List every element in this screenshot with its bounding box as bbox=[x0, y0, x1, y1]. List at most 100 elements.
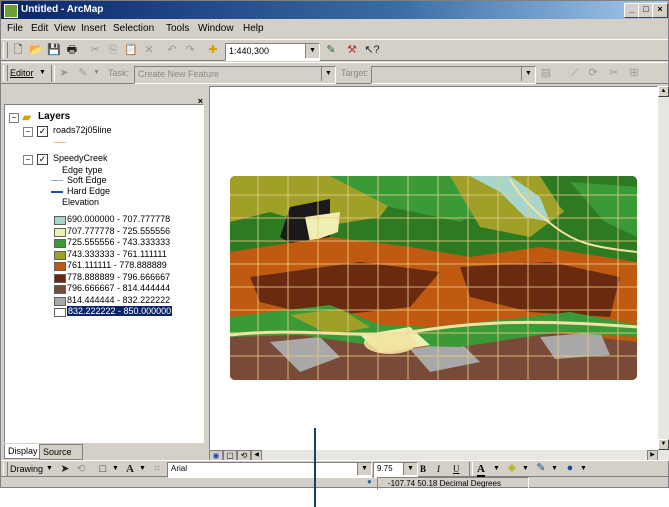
elevation-class-label[interactable]: 707.777778 - 725.555556 bbox=[67, 226, 170, 236]
rectangle-tool-icon[interactable]: □ bbox=[95, 462, 111, 477]
font-color-icon[interactable]: A bbox=[477, 463, 485, 478]
underline-button[interactable]: U bbox=[453, 464, 460, 474]
elevation-class-label[interactable]: 796.666667 - 814.444444 bbox=[67, 283, 170, 293]
chevron-down-icon[interactable]: ▼ bbox=[357, 463, 371, 475]
chevron-down-icon[interactable]: ▼ bbox=[522, 465, 529, 472]
editor-toolbar-icon[interactable]: ✎ bbox=[323, 43, 339, 58]
marker-color-icon[interactable]: ● bbox=[562, 461, 578, 476]
layer-visibility-checkbox[interactable]: ✓ bbox=[37, 154, 48, 165]
collapse-icon[interactable]: − bbox=[23, 155, 33, 165]
arctoolbox-icon[interactable]: ⚒ bbox=[344, 43, 360, 58]
toolbar-grip[interactable] bbox=[3, 462, 8, 476]
menu-window[interactable]: Window bbox=[198, 23, 234, 34]
delete-icon[interactable]: ✕ bbox=[141, 43, 157, 58]
cut-icon[interactable]: ✂ bbox=[87, 43, 103, 58]
chevron-down-icon[interactable]: ▼ bbox=[403, 463, 417, 475]
close-button[interactable]: × bbox=[652, 3, 668, 18]
target-combo[interactable]: ▼ bbox=[371, 66, 536, 84]
menu-tools[interactable]: Tools bbox=[166, 23, 189, 34]
sketch-tool-icon[interactable]: ✎ bbox=[75, 66, 91, 81]
elevation-class-label[interactable]: 743.333333 - 761.111111 bbox=[67, 249, 167, 259]
menu-bar: File Edit View Insert Selection Tools Wi… bbox=[1, 20, 668, 38]
menu-file[interactable]: File bbox=[7, 23, 23, 34]
select-elements-icon[interactable]: ➤ bbox=[57, 462, 73, 477]
chevron-down-icon[interactable]: ▼ bbox=[139, 465, 146, 472]
line-color-icon[interactable]: ✎ bbox=[533, 461, 549, 476]
elevation-swatch bbox=[54, 250, 66, 260]
layer-visibility-checkbox[interactable]: ✓ bbox=[37, 126, 48, 137]
chevron-down-icon[interactable]: ▼ bbox=[112, 465, 119, 472]
chevron-down-icon[interactable]: ▼ bbox=[551, 465, 558, 472]
scroll-down-icon[interactable]: ▼ bbox=[658, 439, 669, 450]
whats-this-help-icon[interactable]: ↖? bbox=[364, 43, 380, 58]
callout-tool-icon[interactable]: ⌗ bbox=[149, 462, 165, 477]
chevron-down-icon[interactable]: ▼ bbox=[305, 44, 319, 58]
split-tool-icon[interactable]: ✂ bbox=[606, 66, 622, 81]
menu-edit[interactable]: Edit bbox=[31, 23, 48, 34]
rotate-icon[interactable]: ⟳ bbox=[585, 66, 601, 81]
map-canvas[interactable] bbox=[210, 87, 659, 451]
new-document-icon[interactable]: 🗋 bbox=[10, 43, 26, 58]
copy-icon[interactable]: ⎘ bbox=[105, 43, 121, 58]
data-frame-layers[interactable]: Layers bbox=[38, 111, 70, 122]
collapse-icon[interactable]: − bbox=[23, 127, 33, 137]
chevron-down-icon[interactable]: ▼ bbox=[93, 69, 100, 76]
menu-view[interactable]: View bbox=[54, 23, 76, 34]
table-icon[interactable]: ⊞ bbox=[626, 66, 642, 81]
chevron-down-icon[interactable]: ▼ bbox=[46, 465, 53, 472]
menu-insert[interactable]: Insert bbox=[81, 23, 106, 34]
task-combo[interactable]: Create New Feature ▼ bbox=[134, 66, 336, 84]
elevation-swatch bbox=[54, 285, 66, 294]
add-data-icon[interactable]: ✚ bbox=[205, 43, 221, 58]
elevation-class-label[interactable]: 832.222222 - 850.000000 bbox=[67, 306, 173, 316]
chevron-down-icon[interactable]: ▼ bbox=[321, 67, 335, 81]
print-icon[interactable]: 🖶 bbox=[64, 43, 80, 58]
toolbar-grip[interactable] bbox=[3, 65, 8, 81]
editor-menu-button[interactable]: Editor bbox=[10, 68, 34, 78]
layer-speedycreek[interactable]: SpeedyCreek bbox=[53, 153, 108, 163]
chevron-down-icon[interactable]: ▼ bbox=[580, 465, 587, 472]
new-text-tool-icon[interactable]: A bbox=[122, 462, 138, 477]
title-bar[interactable]: Untitled - ArcMap _ □ × bbox=[1, 1, 668, 19]
font-size-combo[interactable]: 9.75 ▼ bbox=[373, 462, 418, 478]
layer-roads[interactable]: roads72j05line bbox=[53, 125, 112, 135]
roads-line-symbol bbox=[54, 142, 66, 143]
map-scale-combo[interactable]: 1:440,300 ▼ bbox=[225, 43, 320, 61]
elevation-swatch bbox=[54, 262, 66, 271]
open-folder-icon[interactable]: 📂 bbox=[28, 43, 44, 58]
font-combo[interactable]: Arial ▼ bbox=[167, 462, 372, 478]
menu-selection[interactable]: Selection bbox=[113, 23, 154, 34]
collapse-icon[interactable]: − bbox=[9, 113, 19, 123]
rotate-element-icon[interactable]: ⟲ bbox=[73, 462, 89, 477]
table-of-contents[interactable]: − ▰ Layers − ✓ roads72j05line − ✓ Speedy… bbox=[4, 104, 204, 443]
legend-hard-edge: Hard Edge bbox=[67, 186, 111, 196]
redo-icon[interactable]: ↷ bbox=[182, 43, 198, 58]
task-value: Create New Feature bbox=[138, 69, 220, 79]
drawing-menu-button[interactable]: Drawing bbox=[10, 464, 43, 474]
elevation-class-label[interactable]: 725.555556 - 743.333333 bbox=[67, 237, 170, 247]
elevation-class-label[interactable]: 814.444444 - 832.222222 bbox=[67, 295, 170, 305]
elevation-class-label[interactable]: 690.000000 - 707.777778 bbox=[67, 214, 170, 224]
bold-button[interactable]: B bbox=[420, 464, 426, 474]
toolbar-grip[interactable] bbox=[3, 42, 8, 58]
scroll-up-icon[interactable]: ▲ bbox=[658, 86, 669, 97]
menu-help[interactable]: Help bbox=[243, 23, 264, 34]
chevron-down-icon[interactable]: ▼ bbox=[493, 465, 500, 472]
undo-icon[interactable]: ↶ bbox=[164, 43, 180, 58]
sketch-properties-icon[interactable]: ⟋ bbox=[567, 66, 583, 81]
italic-button[interactable]: I bbox=[437, 464, 440, 474]
elevation-swatch bbox=[54, 227, 66, 237]
chevron-down-icon[interactable]: ▼ bbox=[39, 69, 46, 76]
elevation-class-label[interactable]: 761.111111 - 778.888889 bbox=[67, 260, 167, 270]
fill-color-icon[interactable]: ◈ bbox=[504, 461, 520, 476]
tab-source[interactable]: Source bbox=[39, 444, 83, 460]
edit-tool-icon[interactable]: ➤ bbox=[56, 66, 72, 81]
map-display[interactable] bbox=[209, 86, 658, 450]
map-scale-value: 1:440,300 bbox=[229, 46, 270, 56]
paste-icon[interactable]: 📋 bbox=[123, 43, 139, 58]
map-vertical-scrollbar[interactable]: ▲ ▼ bbox=[658, 86, 669, 450]
save-icon[interactable]: 💾 bbox=[46, 43, 62, 58]
attributes-icon[interactable]: ▤ bbox=[538, 66, 554, 81]
chevron-down-icon[interactable]: ▼ bbox=[521, 67, 535, 81]
elevation-class-label[interactable]: 778.888889 - 796.666667 bbox=[67, 272, 170, 282]
